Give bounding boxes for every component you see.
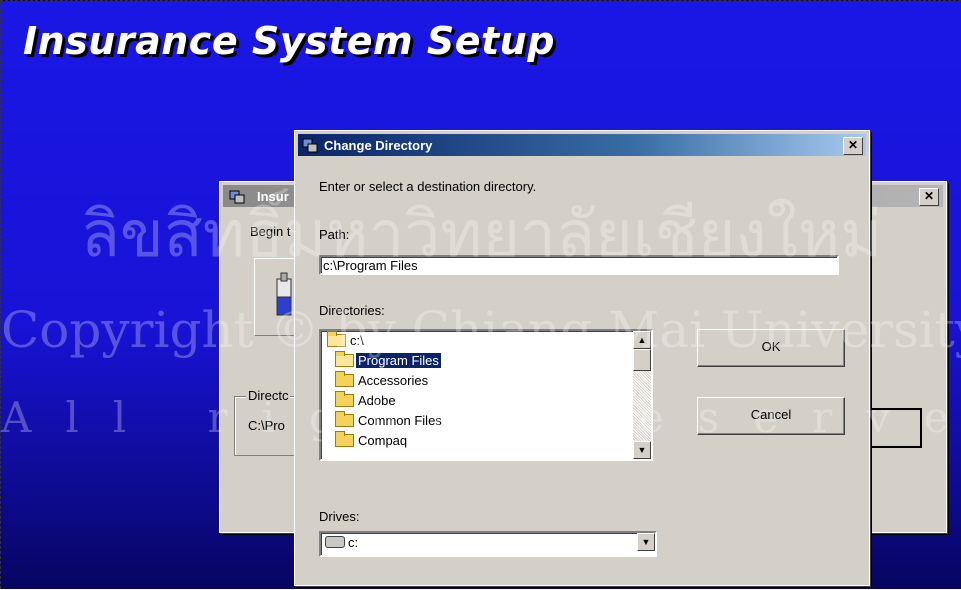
setup-app-icon (229, 190, 245, 204)
open-folder-icon (335, 351, 354, 367)
background-window-title: Insur (257, 189, 289, 204)
directories-listbox[interactable]: c:\ Program Files Accessories Adobe Comm… (319, 329, 653, 461)
folder-icon (335, 371, 354, 387)
directories-scrollbar[interactable]: ▲ ▼ (633, 331, 651, 459)
list-item-label: Common Files (358, 413, 442, 428)
dialog-titlebar[interactable]: Change Directory ✕ (298, 134, 866, 156)
folder-icon (335, 431, 354, 447)
dialog-title: Change Directory (324, 138, 433, 153)
list-item[interactable]: Compaq (335, 431, 409, 451)
chevron-down-icon[interactable]: ▼ (637, 533, 655, 551)
desktop-background: Insurance System Setup Insur ✕ Begin t D… (0, 0, 961, 589)
list-item[interactable]: Common Files (335, 411, 444, 431)
path-input[interactable] (319, 255, 839, 275)
scroll-up-icon[interactable]: ▲ (633, 331, 651, 349)
dialog-close-button[interactable]: ✕ (843, 137, 863, 155)
directories-label: Directories: (319, 303, 385, 318)
change-directory-dialog: Change Directory ✕ Enter or select a des… (294, 130, 870, 586)
instruction-text: Enter or select a destination directory. (319, 179, 537, 194)
list-item[interactable]: Accessories (335, 371, 430, 391)
list-item[interactable]: Program Files (335, 351, 441, 371)
list-item-label: Compaq (358, 433, 408, 448)
drive-value: c: (348, 535, 359, 550)
ok-button[interactable]: OK (697, 329, 845, 367)
list-item[interactable]: Adobe (335, 391, 398, 411)
folder-icon (335, 391, 354, 407)
list-item[interactable]: c:\ (327, 331, 366, 351)
begin-text: Begin t (250, 224, 291, 239)
app-title: Insurance System Setup (23, 19, 555, 63)
drives-dropdown[interactable]: c: ▼ (319, 531, 657, 557)
drives-label: Drives: (319, 509, 360, 524)
setup-app-icon (302, 138, 318, 153)
drive-icon (325, 536, 345, 548)
directory-value: C:\Pro (248, 418, 285, 433)
cancel-button[interactable]: Cancel (697, 397, 845, 435)
path-label: Path: (319, 227, 350, 242)
scroll-thumb[interactable] (633, 349, 651, 371)
drive-selected: c: (325, 535, 358, 550)
background-window-close-button[interactable]: ✕ (919, 188, 939, 206)
change-directory-button[interactable] (864, 408, 922, 448)
directory-group-label: Directc (246, 388, 291, 403)
list-item-label: Adobe (358, 393, 396, 408)
folder-icon (335, 411, 354, 427)
open-folder-icon (327, 331, 346, 347)
list-item-label: c:\ (350, 333, 364, 348)
scroll-down-icon[interactable]: ▼ (633, 441, 651, 459)
list-item-label: Program Files (356, 353, 441, 368)
list-item-label: Accessories (358, 373, 429, 388)
